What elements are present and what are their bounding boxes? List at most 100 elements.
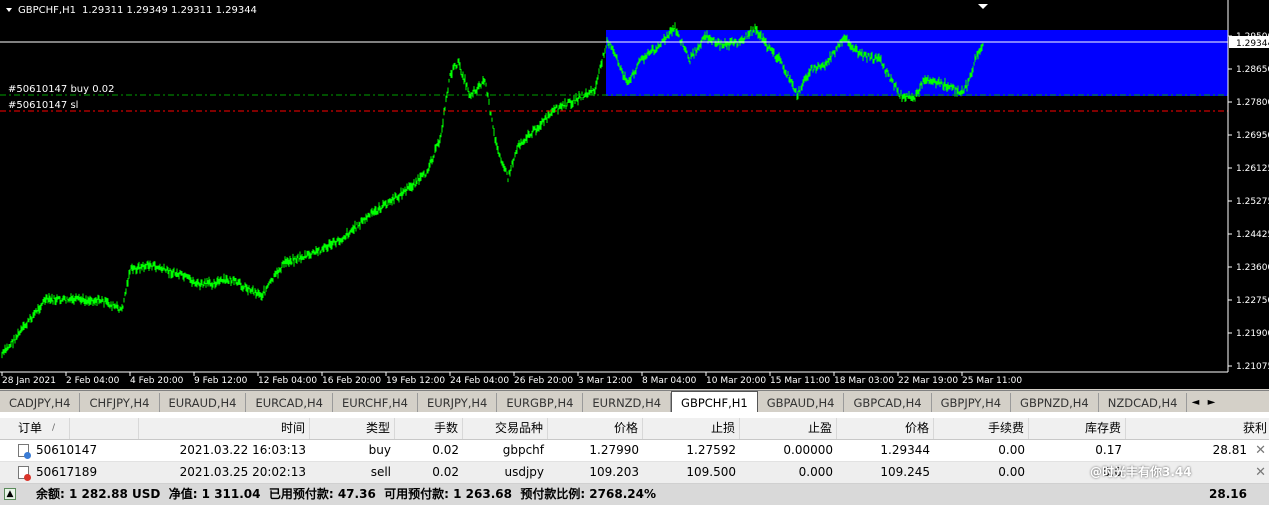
col-type[interactable]: 类型 [310, 418, 395, 439]
tab-nzdcad-h4[interactable]: NZDCAD,H4 [1099, 393, 1188, 413]
time-axis[interactable]: 28 Jan 2021 2 Feb 04:00 4 Feb 20:00 9 Feb 1… [1, 372, 1022, 386]
order-stoploss: 109.500 [686, 465, 736, 479]
order-type: buy [368, 443, 391, 457]
price-axis[interactable]: 1.295001.286501.278001.269501.261251.252… [1228, 32, 1269, 372]
time-tick-label: 19 Feb 12:00 [386, 376, 445, 386]
chart-menu-arrow-icon[interactable] [6, 8, 12, 12]
balance-summary: 余额: 1 282.88 USD 净值: 1 311.04 已用预付款: 47.… [36, 487, 656, 501]
price-tick-label: 1.24425 [1236, 230, 1269, 240]
order-id: 50610147 [36, 443, 98, 457]
col-symbol[interactable]: 交易品种 [463, 418, 548, 439]
price-tick-label: 1.26125 [1236, 164, 1269, 174]
col-current-price[interactable]: 价格 [837, 418, 934, 439]
time-tick-label: 8 Mar 04:00 [642, 376, 697, 386]
tab-gbpnzd-h4[interactable]: GBPNZD,H4 [1011, 393, 1099, 413]
time-tick-label: 24 Feb 04:00 [450, 376, 509, 386]
order-lots: 0.02 [432, 465, 459, 479]
order-symbol: gbpchf [502, 443, 544, 457]
time-tick-label: 18 Mar 03:00 [834, 376, 894, 386]
order-open-price: 1.27990 [589, 443, 639, 457]
terminal-window: #50610147 buy 0.02 #50610147 sl GBPCHF,H… [0, 0, 1269, 505]
tab-euraud-h4[interactable]: EURAUD,H4 [160, 393, 247, 413]
price-tick-label: 1.23600 [1236, 263, 1269, 273]
balance-expand-icon[interactable]: ▲ [4, 488, 16, 500]
tab-gbpchf-h1[interactable]: GBPCHF,H1 [671, 391, 758, 413]
time-tick-label: 16 Feb 20:00 [322, 376, 381, 386]
time-tick-label: 2 Feb 04:00 [66, 376, 120, 386]
order-open-price: 109.203 [589, 465, 639, 479]
chart-shift-marker-icon[interactable] [978, 4, 988, 9]
order-commission: 0.00 [998, 465, 1025, 479]
sell-order-icon [18, 466, 31, 481]
price-tick-label: 1.22750 [1236, 296, 1269, 306]
order-type: sell [370, 465, 391, 479]
tab-eurnzd-h4[interactable]: EURNZD,H4 [583, 393, 672, 413]
col-profit[interactable]: 获利 [1126, 418, 1269, 439]
sort-indicator-icon[interactable]: / [52, 418, 139, 439]
price-chart[interactable]: #50610147 buy 0.02 #50610147 sl GBPCHF,H… [0, 0, 1269, 389]
time-tick-label: 15 Mar 11:00 [770, 376, 830, 386]
trade-terminal: 订单 / 时间 类型 手数 交易品种 价格 止损 止盈 价格 手续费 库存费 获… [0, 412, 1269, 505]
tabs-scroll-left-icon[interactable]: ◄ [1187, 393, 1203, 413]
time-tick-label: 28 Jan 2021 [2, 376, 56, 386]
order-takeprofit: 0.000 [798, 465, 833, 479]
order-commission: 0.00 [998, 443, 1025, 457]
buy-order-label: #50610147 buy 0.02 [8, 84, 115, 95]
tabs-scroll-right-icon[interactable]: ► [1203, 393, 1219, 413]
tab-gbpjpy-h4[interactable]: GBPJPY,H4 [932, 393, 1012, 413]
price-tick-label: 1.25275 [1236, 197, 1269, 207]
tab-eurcad-h4[interactable]: EURCAD,H4 [246, 393, 333, 413]
orders-table-header: 订单 / 时间 类型 手数 交易品种 价格 止损 止盈 价格 手续费 库存费 获… [0, 418, 1269, 440]
col-commission[interactable]: 手续费 [934, 418, 1029, 439]
time-tick-label: 4 Feb 20:00 [130, 376, 184, 386]
order-profit: 28.81 [1212, 443, 1247, 457]
order-id: 50617189 [36, 465, 98, 479]
order-takeprofit: 0.00000 [783, 443, 833, 457]
current-price-value: 1.29344 [1236, 39, 1269, 49]
close-order-icon[interactable]: ✕ [1255, 440, 1266, 461]
price-tick-label: 1.28650 [1236, 65, 1269, 75]
order-swap: 0.17 [1095, 443, 1122, 457]
time-tick-label: 12 Feb 04:00 [258, 376, 317, 386]
tab-chfjpy-h4[interactable]: CHFJPY,H4 [80, 393, 160, 413]
blue-rectangle-object[interactable] [606, 30, 1228, 96]
order-time: 2021.03.22 16:03:13 [179, 443, 306, 457]
time-tick-label: 22 Mar 19:00 [898, 376, 958, 386]
tab-eurjpy-h4[interactable]: EURJPY,H4 [418, 393, 498, 413]
price-tick-label: 1.27800 [1236, 98, 1269, 108]
tab-cadjpy-h4[interactable]: CADJPY,H4 [0, 393, 81, 413]
col-swap[interactable]: 库存费 [1029, 418, 1126, 439]
table-row[interactable]: 50617189 2021.03.25 20:02:13 sell 0.02 u… [0, 462, 1269, 484]
tab-gbpcad-h4[interactable]: GBPCAD,H4 [844, 393, 932, 413]
chart-tabs-bar: CADJPY,H4 CHFJPY,H4 EURAUD,H4 EURCAD,H4 … [0, 390, 1269, 413]
time-tick-label: 3 Mar 12:00 [578, 376, 633, 386]
price-tick-label: 1.21075 [1236, 362, 1269, 372]
tab-eurgbp-h4[interactable]: EURGBP,H4 [497, 393, 584, 413]
tab-gbpaud-h4[interactable]: GBPAUD,H4 [758, 393, 845, 413]
buy-order-icon [18, 444, 31, 459]
chart-symbol-title: GBPCHF,H1 1.29311 1.29349 1.29311 1.29344 [18, 5, 257, 16]
watermark: @时光丰有你3.44 [1090, 465, 1192, 479]
account-summary-row: ▲ 余额: 1 282.88 USD 净值: 1 311.04 已用预付款: 4… [0, 484, 1269, 505]
col-takeprofit[interactable]: 止盈 [740, 418, 837, 439]
order-lots: 0.02 [432, 443, 459, 457]
chart-canvas[interactable]: #50610147 buy 0.02 #50610147 sl GBPCHF,H… [0, 0, 1269, 389]
time-tick-label: 25 Mar 11:00 [962, 376, 1022, 386]
total-profit: 28.16 [1209, 487, 1247, 501]
price-tick-label: 1.26950 [1236, 131, 1269, 141]
close-order-icon[interactable]: ✕ [1255, 462, 1266, 483]
order-stoploss: 1.27592 [686, 443, 736, 457]
price-tick-label: 1.21900 [1236, 329, 1269, 339]
tab-eurchf-h4[interactable]: EURCHF,H4 [333, 393, 418, 413]
time-tick-label: 26 Feb 20:00 [514, 376, 573, 386]
time-tick-label: 10 Mar 20:00 [706, 376, 766, 386]
col-time[interactable]: 时间 [138, 418, 310, 439]
col-stoploss[interactable]: 止损 [643, 418, 740, 439]
order-current-price: 109.245 [880, 465, 930, 479]
stoploss-label: #50610147 sl [8, 100, 78, 111]
table-row[interactable]: 50610147 2021.03.22 16:03:13 buy 0.02 gb… [0, 440, 1269, 462]
col-price[interactable]: 价格 [548, 418, 643, 439]
col-lots[interactable]: 手数 [395, 418, 463, 439]
order-current-price: 1.29344 [880, 443, 930, 457]
order-symbol: usdjpy [504, 465, 544, 479]
